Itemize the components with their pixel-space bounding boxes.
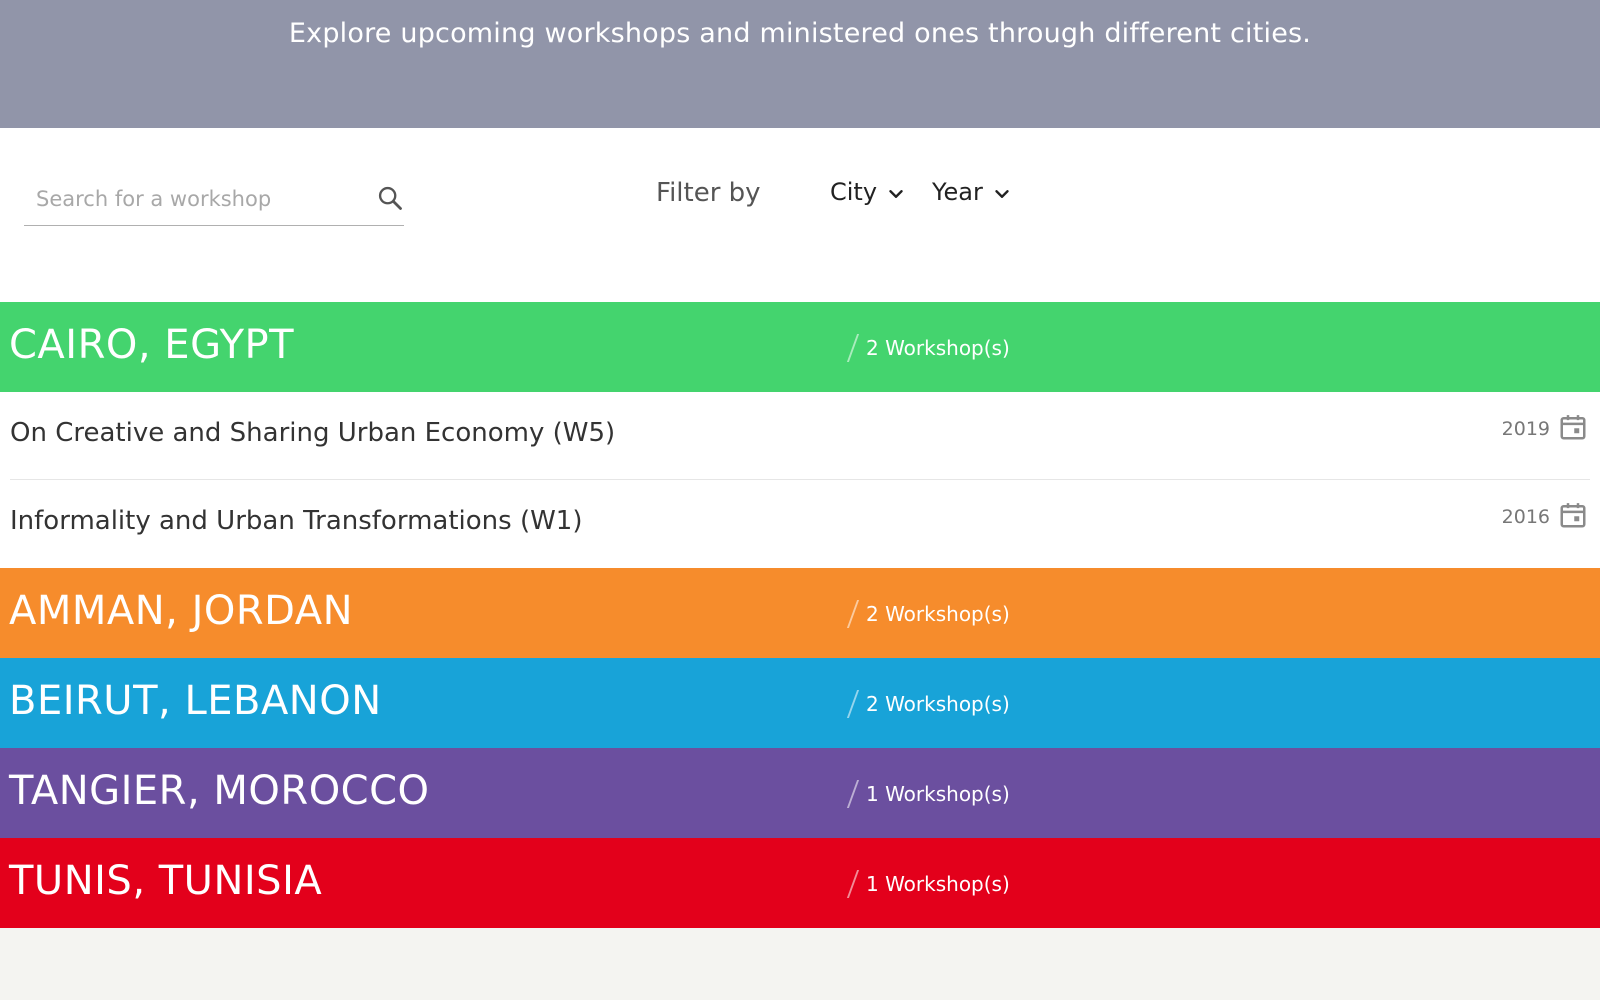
workshop-year: 2019 (1501, 418, 1550, 440)
page-intro-banner: Explore upcoming workshops and ministere… (0, 0, 1600, 128)
separator-slash (846, 780, 860, 808)
filter-toolbar: Filter by City Year (0, 128, 1600, 302)
separator-slash (846, 600, 860, 628)
calendar-icon (1560, 415, 1586, 440)
workshop-title: Informality and Urban Transformations (W… (10, 506, 583, 536)
city-name: TANGIER, MOROCCO (9, 768, 430, 814)
workshop-row[interactable]: Informality and Urban Transformations (W… (0, 480, 1600, 568)
workshop-count: 2 Workshop(s) (846, 600, 1010, 628)
workshop-row[interactable]: On Creative and Sharing Urban Economy (W… (0, 392, 1600, 480)
workshop-count-text: 2 Workshop(s) (866, 692, 1010, 716)
city-header-cairo[interactable]: CAIRO, EGYPT 2 Workshop(s) (0, 302, 1600, 392)
calendar-icon (1560, 503, 1586, 528)
filter-label: Filter by (656, 178, 761, 208)
workshop-count: 1 Workshop(s) (846, 780, 1010, 808)
chevron-down-icon (889, 190, 903, 198)
separator-slash (846, 870, 860, 898)
search-input[interactable] (36, 180, 356, 218)
workshop-title: On Creative and Sharing Urban Economy (W… (10, 418, 616, 448)
city-name: AMMAN, JORDAN (9, 588, 354, 634)
separator-slash (846, 334, 860, 362)
workshop-count: 1 Workshop(s) (846, 870, 1010, 898)
chevron-down-icon (995, 190, 1009, 198)
city-header-tangier[interactable]: TANGIER, MOROCCO 1 Workshop(s) (0, 748, 1600, 838)
city-name: BEIRUT, LEBANON (9, 678, 382, 724)
workshop-count-text: 1 Workshop(s) (866, 872, 1010, 896)
city-name: CAIRO, EGYPT (9, 322, 295, 368)
search-box (24, 174, 404, 226)
workshop-year: 2016 (1501, 506, 1550, 528)
workshop-count-text: 2 Workshop(s) (866, 602, 1010, 626)
workshop-count: 2 Workshop(s) (846, 690, 1010, 718)
search-icon[interactable] (376, 184, 404, 212)
workshop-count: 2 Workshop(s) (846, 334, 1010, 362)
city-filter-label: City (830, 178, 878, 206)
city-header-beirut[interactable]: BEIRUT, LEBANON 2 Workshop(s) (0, 658, 1600, 748)
intro-text: Explore upcoming workshops and ministere… (288, 18, 1312, 49)
city-header-amman[interactable]: AMMAN, JORDAN 2 Workshop(s) (0, 568, 1600, 658)
workshop-count-text: 1 Workshop(s) (866, 782, 1010, 806)
city-filter-dropdown[interactable]: City (830, 178, 907, 206)
year-filter-label: Year (932, 178, 983, 206)
city-header-tunis[interactable]: TUNIS, TUNISIA 1 Workshop(s) (0, 838, 1600, 928)
separator-slash (846, 690, 860, 718)
year-filter-dropdown[interactable]: Year (932, 178, 1013, 206)
city-name: TUNIS, TUNISIA (9, 858, 323, 904)
workshop-count-text: 2 Workshop(s) (866, 336, 1010, 360)
